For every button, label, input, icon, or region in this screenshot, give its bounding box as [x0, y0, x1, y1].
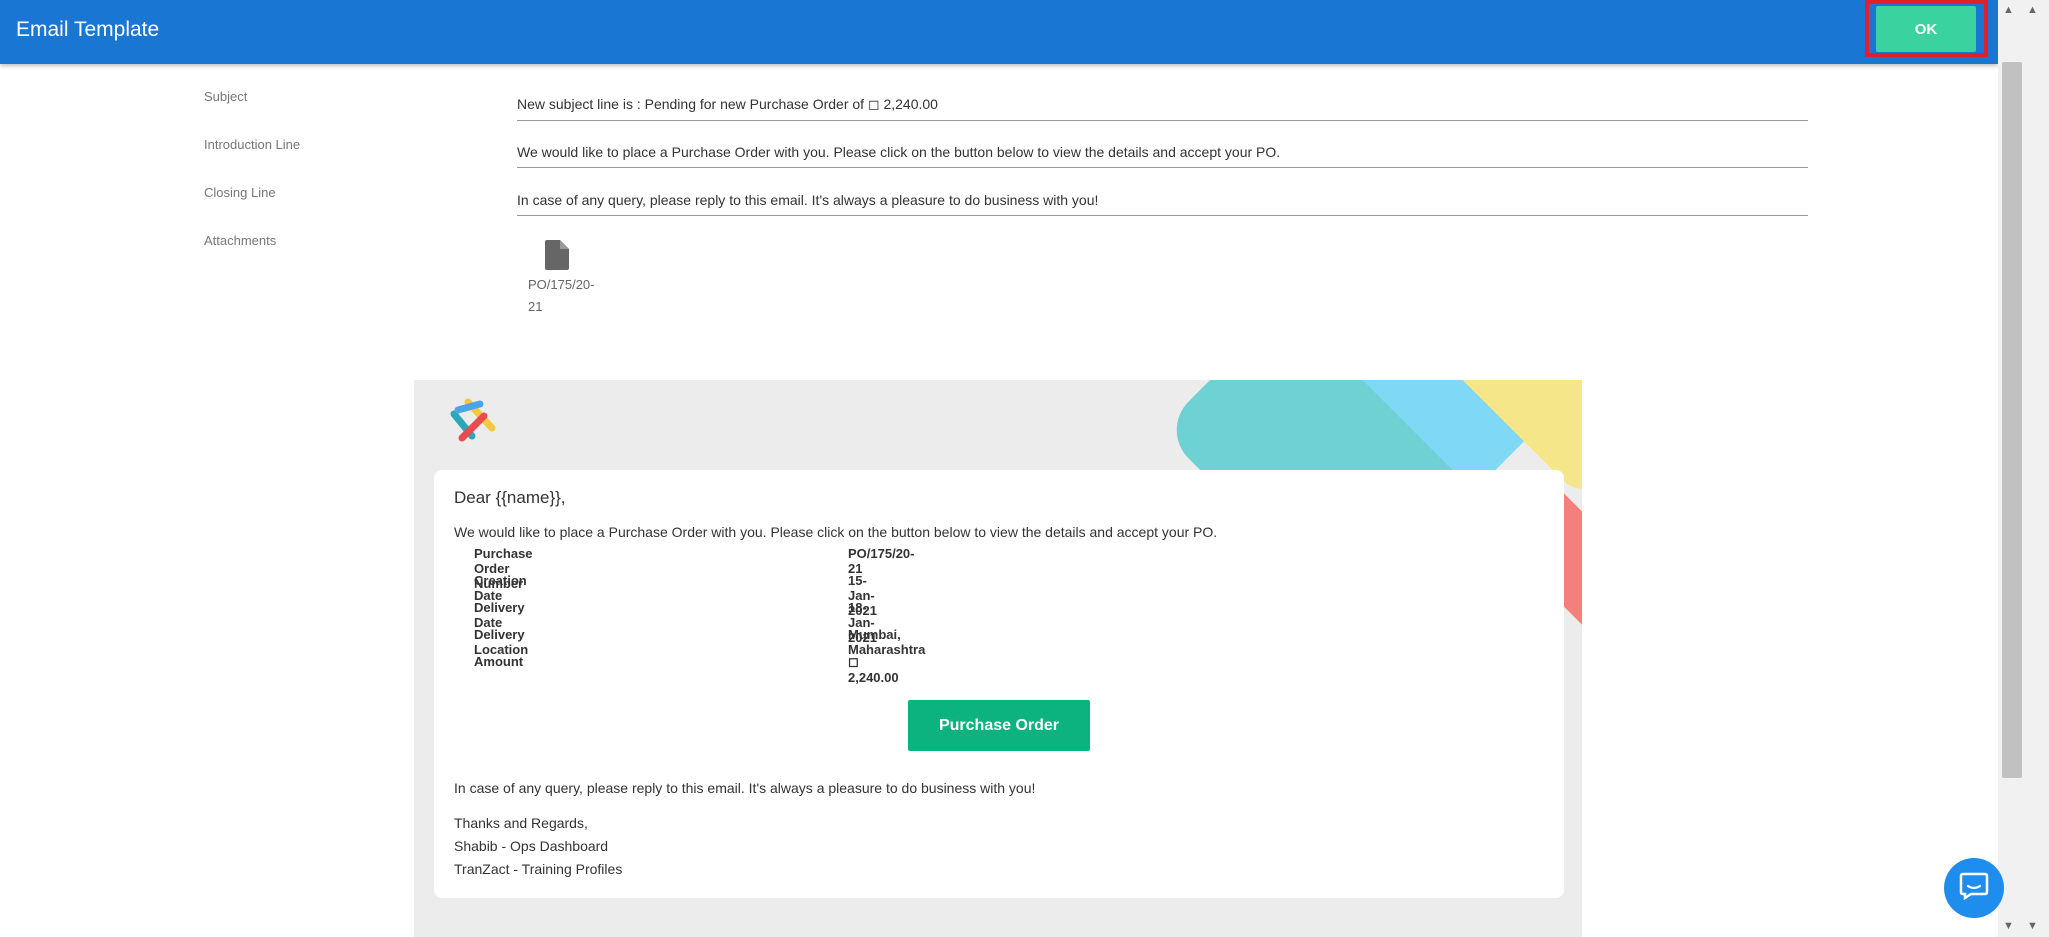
file-icon — [545, 240, 569, 270]
subject-field[interactable]: New subject line is : Pending for new Pu… — [517, 96, 1808, 121]
email-preview: Dear {{name}}, We would like to place a … — [414, 380, 1582, 937]
subject-label: Subject — [204, 89, 248, 104]
app-header: Email Template OK — [0, 0, 1998, 64]
signature-line: TranZact - Training Profiles — [454, 861, 623, 877]
scroll-thumb[interactable] — [2002, 62, 2022, 778]
detail-label: Creation Date — [474, 573, 527, 603]
email-greeting: Dear {{name}}, — [454, 488, 566, 507]
signature-line: Thanks and Regards, — [454, 815, 588, 831]
closing-line-label: Closing Line — [204, 185, 276, 200]
introduction-line-field[interactable]: We would like to place a Purchase Order … — [517, 144, 1808, 168]
scroll-down-icon[interactable]: ▼ — [2024, 918, 2041, 934]
email-signature: Thanks and Regards, Shabib - Ops Dashboa… — [454, 812, 622, 881]
closing-line-field[interactable]: In case of any query, please reply to th… — [517, 192, 1808, 216]
scroll-up-icon[interactable]: ▲ — [2000, 2, 2017, 18]
scroll-down-icon[interactable]: ▼ — [2000, 918, 2017, 934]
signature-line: Shabib - Ops Dashboard — [454, 838, 609, 854]
detail-value: ◻ 2,240.00 — [848, 654, 899, 685]
email-card: Dear {{name}}, We would like to place a … — [434, 470, 1564, 898]
attachment-item[interactable]: PO/175/20-21 — [528, 240, 608, 318]
detail-label: Delivery Location — [474, 627, 529, 657]
introduction-line-label: Introduction Line — [204, 137, 301, 152]
tranzact-logo — [444, 392, 504, 452]
purchase-order-button[interactable]: Purchase Order — [908, 700, 1090, 751]
detail-label: Delivery Date — [474, 600, 525, 630]
scroll-up-icon[interactable]: ▲ — [2024, 2, 2041, 18]
attachments-label: Attachments — [204, 233, 277, 248]
detail-value: Mumbai, Maharashtra — [848, 627, 926, 657]
ok-button[interactable]: OK — [1876, 6, 1976, 52]
detail-label: Amount — [474, 654, 524, 669]
chat-icon — [1959, 872, 1989, 905]
email-closing: In case of any query, please reply to th… — [454, 780, 1036, 796]
page-title: Email Template — [16, 18, 160, 41]
detail-value: PO/175/20-21 — [848, 546, 915, 576]
email-intro: We would like to place a Purchase Order … — [454, 524, 1218, 540]
chat-button[interactable] — [1944, 858, 2004, 918]
attachment-name: PO/175/20-21 — [528, 277, 595, 314]
